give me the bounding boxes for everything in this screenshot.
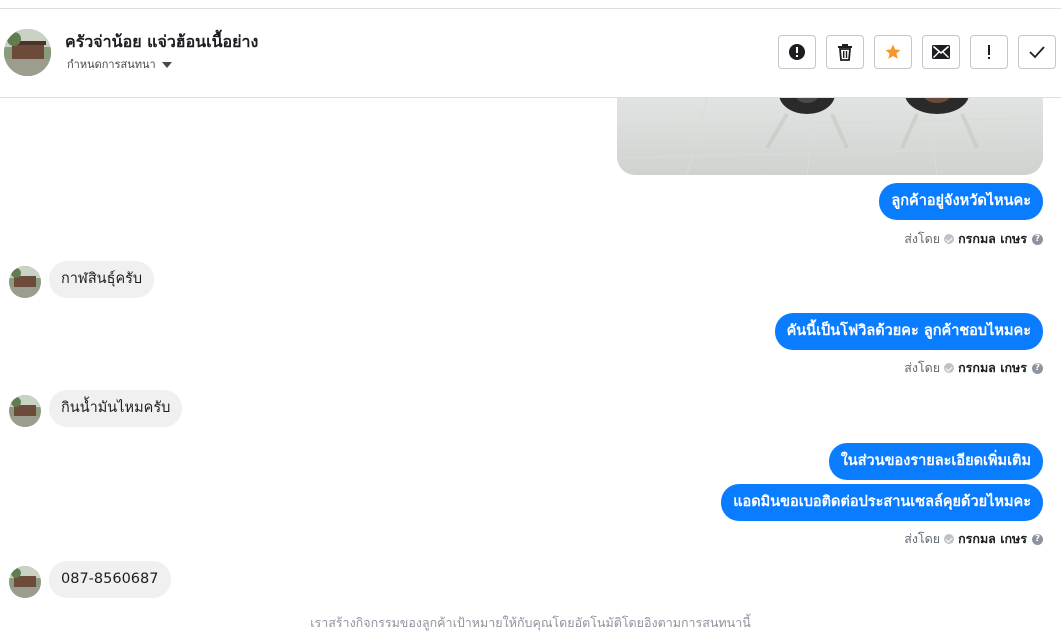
sender-name[interactable]: กรกมล เกษร xyxy=(958,529,1027,549)
sent-by-prefix: ส่งโดย xyxy=(904,531,941,546)
page-avatar[interactable] xyxy=(4,29,51,76)
message-bubble-incoming[interactable]: 087-8560687 xyxy=(49,561,171,598)
report-icon xyxy=(789,44,805,60)
trash-icon xyxy=(838,44,852,61)
page-title: ครัวจ่าน้อย แจ่วฮ้อนเนื้อย่าง xyxy=(65,32,259,51)
verified-check-icon xyxy=(944,363,955,373)
message-bubble-incoming[interactable]: กาฬสินธุ์ครับ xyxy=(49,261,155,298)
message-bubble-outgoing[interactable]: ในส่วนของรายละเอียดเพิ่มเติม xyxy=(828,443,1043,480)
sender-name[interactable]: กรกมล เกษร xyxy=(958,358,1027,378)
delete-button[interactable] xyxy=(826,35,864,69)
conversation-header: ครัวจ่าน้อย แจ่วฮ้อนเนื้อย่าง กำหนดการสน… xyxy=(0,9,1061,98)
car-photo-attachment[interactable] xyxy=(617,98,1043,175)
message-bubble-outgoing[interactable]: แอดมินขอเบอติดต่อประสานเซลล์คุยด้วยไหมคะ xyxy=(721,484,1043,521)
email-button[interactable] xyxy=(922,35,960,69)
help-icon[interactable]: ? xyxy=(1032,362,1043,374)
assign-conversation-label: กำหนดการสนทนา xyxy=(67,58,156,71)
sent-by-prefix: ส่งโดย xyxy=(904,231,941,246)
assign-conversation-dropdown[interactable]: กำหนดการสนทนา xyxy=(67,55,172,73)
mark-done-button[interactable] xyxy=(1018,35,1056,69)
message-thread[interactable]: ลูกค้าอยู่จังหวัดไหนคะ ส่งโดย กรกมล เกษร… xyxy=(0,98,1061,641)
customer-avatar[interactable] xyxy=(9,266,41,298)
caret-down-icon xyxy=(161,62,172,68)
customer-avatar[interactable] xyxy=(9,395,41,427)
message-bubble-incoming[interactable]: กินน้ำมันไหมครับ xyxy=(49,390,183,427)
sent-by-label: ส่งโดย กรกมล เกษร ? xyxy=(904,529,1043,549)
follow-up-button[interactable] xyxy=(970,35,1008,69)
help-icon[interactable]: ? xyxy=(1032,533,1043,545)
mail-icon xyxy=(932,45,950,59)
report-button[interactable] xyxy=(778,35,816,69)
activity-note: เราสร้างกิจกรรมของลูกค้าเป้าหมายให้กับคุ… xyxy=(310,615,751,630)
check-icon xyxy=(1029,46,1045,59)
sent-by-prefix: ส่งโดย xyxy=(904,360,941,375)
sent-by-label: ส่งโดย กรกมล เกษร ? xyxy=(904,229,1043,249)
star-button[interactable] xyxy=(874,35,912,69)
message-bubble-outgoing[interactable]: ลูกค้าอยู่จังหวัดไหนคะ xyxy=(879,183,1043,220)
customer-avatar[interactable] xyxy=(9,566,41,598)
verified-check-icon xyxy=(944,234,955,244)
message-bubble-outgoing[interactable]: คันนี้เป็นโฟวิลด้วยคะ ลูกค้าชอบไหมคะ xyxy=(774,313,1043,350)
exclamation-icon xyxy=(988,45,990,59)
sent-by-label: ส่งโดย กรกมล เกษร ? xyxy=(904,358,1043,378)
verified-check-icon xyxy=(944,534,955,544)
star-icon xyxy=(885,44,901,59)
sender-name[interactable]: กรกมล เกษร xyxy=(958,229,1027,249)
help-icon[interactable]: ? xyxy=(1032,233,1043,245)
